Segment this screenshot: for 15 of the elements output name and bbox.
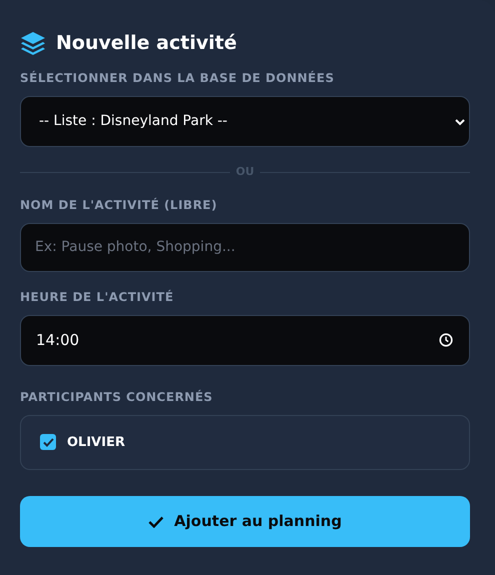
participant-name: OLIVIER (67, 434, 125, 452)
field-label: SÉLECTIONNER DANS LA BASE DE DONNÉES (20, 70, 336, 86)
chevron-down-icon (455, 118, 465, 126)
participant-checkbox[interactable] (40, 434, 56, 450)
checkmark-icon (148, 516, 164, 528)
form-title: Nouvelle activité (56, 30, 237, 56)
field-label: NOM DE L'ACTIVITÉ (LIBRE) (20, 196, 218, 212)
activity-name-field[interactable]: Ex: Pause photo, Shopping... (20, 222, 470, 272)
layers-icon (20, 31, 46, 55)
field-label: HEURE DE L'ACTIVITÉ (20, 288, 175, 304)
time-field[interactable]: 14:00 (20, 314, 470, 366)
field-label: PARTICIPANTS CONCERNÉS (20, 388, 214, 404)
clock-icon (439, 333, 453, 347)
list-select[interactable]: -- Liste : Disneyland Park -- (20, 96, 470, 147)
add-to-planning-button[interactable]: Ajouter au planning (20, 496, 470, 547)
